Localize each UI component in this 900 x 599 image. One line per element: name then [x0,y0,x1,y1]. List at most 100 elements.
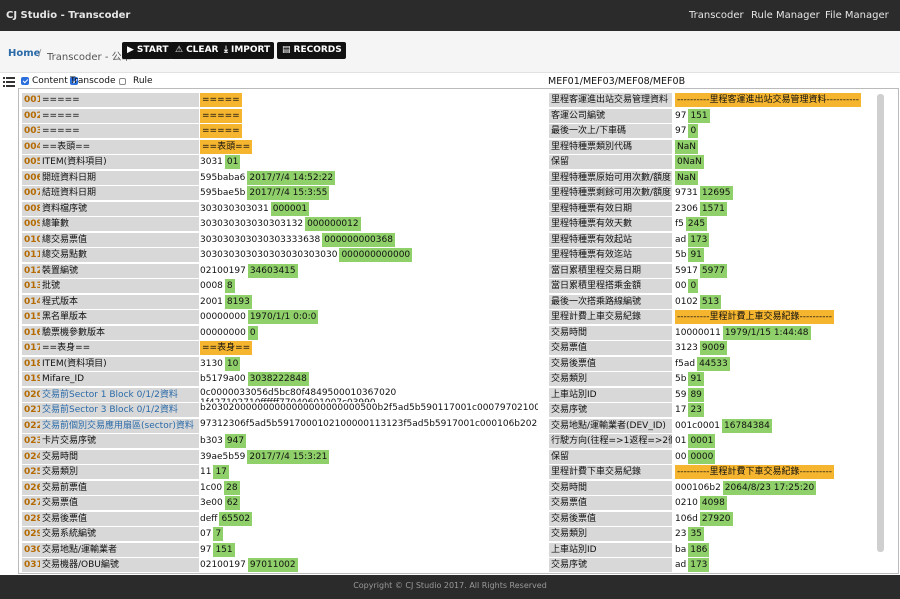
field-name: 交易票值 [549,341,672,355]
field-name: 里程特種票剩餘可用次數/額度 [549,186,672,200]
decoded-value: 27920 [699,511,733,526]
field-value-cell: 01 0001 [675,434,716,448]
decoded-value: ----------里程計費下車交易紀錄---------- [675,465,834,479]
table-row: 上車站別ID 59 89 [19,387,874,403]
field-name: 當日累積里程交易日期 [549,263,672,278]
raw-hex: ad [675,234,687,245]
import-button[interactable]: ⤓ IMPORT [219,42,275,59]
breadcrumb-current: Transcoder - 公車 [47,52,132,63]
table-row: 里程客運進出站交易管理資料 ----------里程客運進出站交易管理資料----… [19,93,874,108]
field-value-cell: 0NaN [675,155,704,169]
nav-transcoder[interactable]: Transcoder [689,10,744,21]
raw-hex: 000106b2 [675,482,721,493]
decoded-value: 91 [688,372,704,386]
raw-hex: ad [675,560,687,570]
nav-file-manager[interactable]: File Manager [825,10,889,21]
raw-hex: 001c0001 [675,420,721,431]
raw-hex: f5 [675,219,684,229]
field-name: 交易類別 [549,527,672,541]
field-name: 里程特種票有效起站 [549,232,672,247]
decoded-value: 186 [688,542,710,557]
field-name: 當日累積里程搭乘金額 [549,279,672,293]
table-row: 當日累積里程搭乘金額 00 0 [19,279,874,294]
field-name: 上車站別ID [549,387,672,402]
decoded-value: 16784384 [722,418,772,433]
raw-hex: 9731 [675,188,698,198]
table-row: 交易序號 17 23 [19,403,874,418]
field-name: 交易地點/運輸業者(DEV_ID) [549,418,672,433]
table-row: 里程特種票有效日期 2306 1571 [19,201,874,217]
warning-icon: ⚠ [175,45,184,55]
field-name: 里程特種票類別代碼 [549,139,672,154]
content-checkbox-label: Content [32,76,68,86]
field-value-cell: NaN [675,170,698,185]
decoded-value: 5977 [699,263,727,278]
table-row: 客運公司編號 97 151 [19,108,874,124]
field-name: 保留 [549,155,672,169]
records-button[interactable]: ▤ RECORDS [277,42,346,59]
transcode-checkbox[interactable]: Transcode [70,76,129,86]
clear-button[interactable]: ⚠ CLEAR [170,42,223,59]
table-row: 當日累積里程交易日期 5917 5977 [19,263,874,279]
import-label: IMPORT [230,45,271,55]
field-value-cell: 9731 12695 [675,186,733,200]
table-row: 里程特種票原始可用次數/額度 NaN [19,170,874,186]
decoded-value: 44533 [697,356,730,371]
scrollbar[interactable] [877,94,884,552]
raw-hex: 3123 [675,343,698,353]
field-name: 保留 [549,449,672,464]
clear-label: CLEAR [186,45,219,55]
content-panel: 001 ===== ===== 002 ===== ===== 003 ===== ===== 0… [18,88,899,574]
decoded-value: 12695 [699,186,733,200]
play-icon: ▶ [127,45,134,55]
decoded-value: 245 [685,217,708,231]
field-name: 交易序號 [549,403,672,417]
table-row: 里程特種票剩餘可用次數/額度 9731 12695 [19,186,874,201]
raw-hex: 5b [675,374,687,384]
field-value-cell: 000106b2 2064/8/23 17:25:20 [675,480,817,495]
footer-copyright: Copyright © CJ Studio 2017. All Rights R… [0,575,900,599]
content-checkbox-box[interactable] [21,77,29,85]
field-name: 里程特種票原始可用次數/額度 [549,170,672,185]
breadcrumb-home[interactable]: Home [8,48,40,59]
field-name: 里程特種票有效天數 [549,217,672,231]
field-name: 行駛方向(往程=>1返程=>2循環=>1) [549,434,672,448]
decoded-value: NaN [675,139,698,154]
field-value-cell: f5ad 44533 [675,356,730,371]
decoded-value: 9009 [699,341,727,355]
table-row: 里程特種票類別代碼 NaN [19,139,874,155]
field-value-cell: 00 0 [675,279,699,293]
rule-checkbox[interactable]: Rule [133,76,153,86]
raw-hex: 00 [675,281,687,291]
field-name: 最後一次搭乘路線編號 [549,294,672,309]
field-name: 里程計費下車交易紀錄 [549,465,672,479]
records-icon: ▤ [282,45,291,55]
decoded-value: 151 [688,108,710,123]
raw-hex: 5b [675,250,687,260]
field-value-cell: 5b 91 [675,248,704,262]
table-row: 上車站別ID ba 186 [19,542,874,558]
table-row: 交易地點/運輸業者(DEV_ID) 001c0001 16784384 [19,418,874,434]
decoded-value: 89 [688,387,704,402]
raw-hex: ba [675,544,687,555]
app-title[interactable]: CJ Studio - Transcoder [6,10,130,21]
decoded-value: 173 [688,558,710,572]
field-name: 交易類別 [549,372,672,386]
rule-checkbox-box[interactable] [118,77,126,85]
field-name: 最後一次上/下車碼 [549,124,672,138]
field-value-cell: 3123 9009 [675,341,727,355]
field-value-cell: f5 245 [675,217,708,231]
field-name: 里程計費上車交易紀錄 [549,310,672,324]
list-icon[interactable] [3,76,15,88]
field-name: 交易時間 [549,480,672,495]
field-value-cell: ----------里程計費下車交易紀錄---------- [675,465,834,479]
start-button[interactable]: ▶ START [122,42,173,59]
field-name: 交易序號 [549,558,672,572]
raw-hex: 10000011 [675,327,721,338]
raw-hex: 23 [675,529,687,539]
decoded-value: 0 [688,279,699,293]
field-name: 里程特種票有效迄站 [549,248,672,262]
table-row: 里程計費下車交易紀錄 ----------里程計費下車交易紀錄---------- [19,465,874,480]
field-value-cell: 00 0000 [675,449,716,464]
nav-rule-manager[interactable]: Rule Manager [751,10,820,21]
